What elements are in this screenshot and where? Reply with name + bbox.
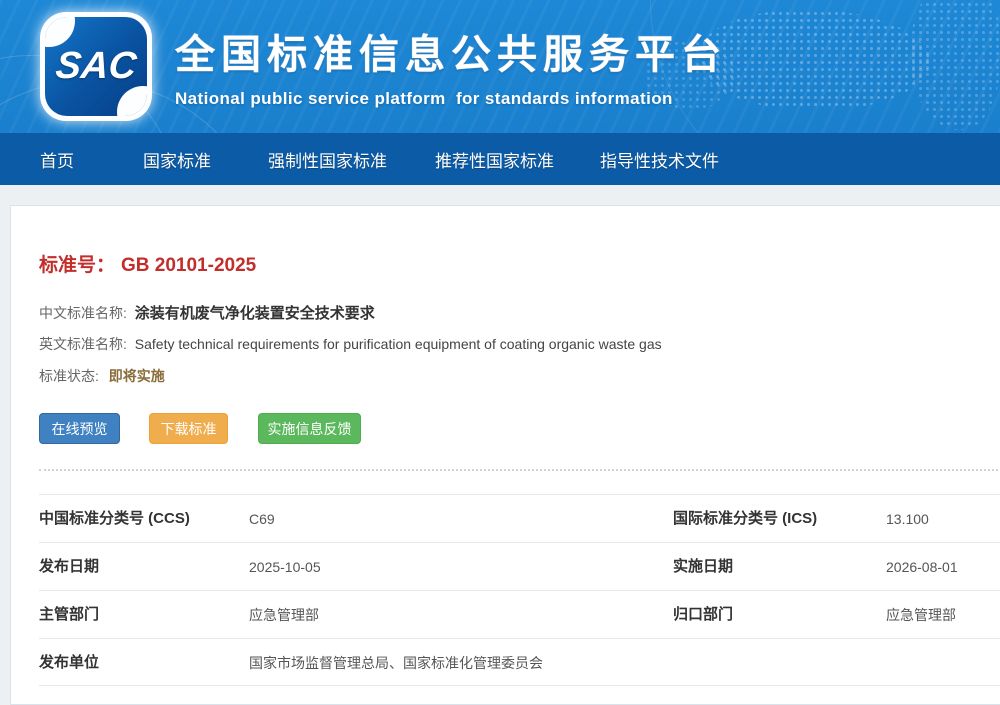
online-preview-button[interactable]: 在线预览 [39, 413, 120, 444]
site-title-block: 全国标准信息公共服务平台 National public service pla… [175, 22, 727, 109]
standard-number-value: GB 20101-2025 [121, 255, 256, 276]
detail-value-competent-dept: 应急管理部 [249, 591, 319, 639]
english-name-row: 英文标准名称: Safety technical requirements fo… [39, 334, 662, 354]
table-row: 中国标准分类号 (CCS) C69 国际标准分类号 (ICS) 13.100 [39, 494, 1000, 542]
standard-number-line: 标准号： GB 20101-2025 [39, 250, 256, 277]
nav-item-home[interactable]: 首页 [40, 147, 74, 172]
standard-detail-panel: 标准号： GB 20101-2025 中文标准名称: 涂装有机废气净化装置安全技术… [10, 205, 1000, 705]
sac-logo-background: SAC [45, 17, 147, 116]
detail-value-implement-date: 2026-08-01 [886, 543, 958, 591]
standard-number-label: 标准号： [39, 255, 115, 276]
sac-logo[interactable]: SAC [40, 12, 152, 121]
detail-value-ics: 13.100 [886, 495, 929, 543]
logo-notch-decoration [117, 86, 147, 116]
table-row: 发布日期 2025-10-05 实施日期 2026-08-01 [39, 542, 1000, 590]
site-title-english: National public service platform for sta… [175, 89, 727, 109]
nav-item-recommended-standards[interactable]: 推荐性国家标准 [435, 147, 554, 172]
dotted-divider [39, 469, 998, 471]
detail-value-publish-date: 2025-10-05 [249, 543, 321, 591]
status-row: 标准状态: 即将实施 [39, 366, 165, 386]
table-row: 主管部门 应急管理部 归口部门 应急管理部 [39, 590, 1000, 638]
sac-logo-text: SAC [45, 45, 147, 88]
site-header: SAC 全国标准信息公共服务平台 National public service… [0, 0, 1000, 133]
chinese-name-value: 涂装有机废气净化装置安全技术要求 [135, 305, 375, 322]
english-name-label: 英文标准名称: [39, 336, 127, 352]
detail-label-centralized-dept: 归口部门 [673, 591, 733, 639]
site-title-chinese: 全国标准信息公共服务平台 [175, 22, 727, 80]
detail-label-competent-dept: 主管部门 [39, 591, 99, 639]
main-nav: 首页 国家标准 强制性国家标准 推荐性国家标准 指导性技术文件 [0, 133, 1000, 185]
detail-value-ccs: C69 [249, 495, 275, 543]
implementation-feedback-button[interactable]: 实施信息反馈 [258, 413, 361, 444]
detail-label-publish-date: 发布日期 [39, 543, 99, 591]
detail-label-ccs: 中国标准分类号 (CCS) [39, 495, 190, 543]
english-name-value: Safety technical requirements for purifi… [135, 336, 662, 352]
status-badge: 即将实施 [109, 368, 165, 384]
detail-value-publishing-unit: 国家市场监督管理总局、国家标准化管理委员会 [249, 639, 543, 687]
standard-details-table: 中国标准分类号 (CCS) C69 国际标准分类号 (ICS) 13.100 发… [39, 494, 1000, 686]
detail-label-publishing-unit: 发布单位 [39, 639, 99, 687]
action-buttons: 在线预览 下载标准 实施信息反馈 [39, 413, 361, 444]
nav-item-guidance-documents[interactable]: 指导性技术文件 [600, 147, 719, 172]
table-row: 发布单位 国家市场监督管理总局、国家标准化管理委员会 [39, 638, 1000, 686]
nav-item-mandatory-standards[interactable]: 强制性国家标准 [268, 147, 387, 172]
logo-notch-decoration [45, 17, 75, 47]
download-standard-button[interactable]: 下载标准 [149, 413, 228, 444]
detail-label-ics: 国际标准分类号 (ICS) [673, 495, 817, 543]
detail-label-implement-date: 实施日期 [673, 543, 733, 591]
nav-item-national-standards[interactable]: 国家标准 [143, 147, 211, 172]
status-label: 标准状态: [39, 368, 99, 384]
detail-value-centralized-dept: 应急管理部 [886, 591, 956, 639]
chinese-name-row: 中文标准名称: 涂装有机废气净化装置安全技术要求 [39, 302, 375, 323]
chinese-name-label: 中文标准名称: [39, 305, 127, 321]
